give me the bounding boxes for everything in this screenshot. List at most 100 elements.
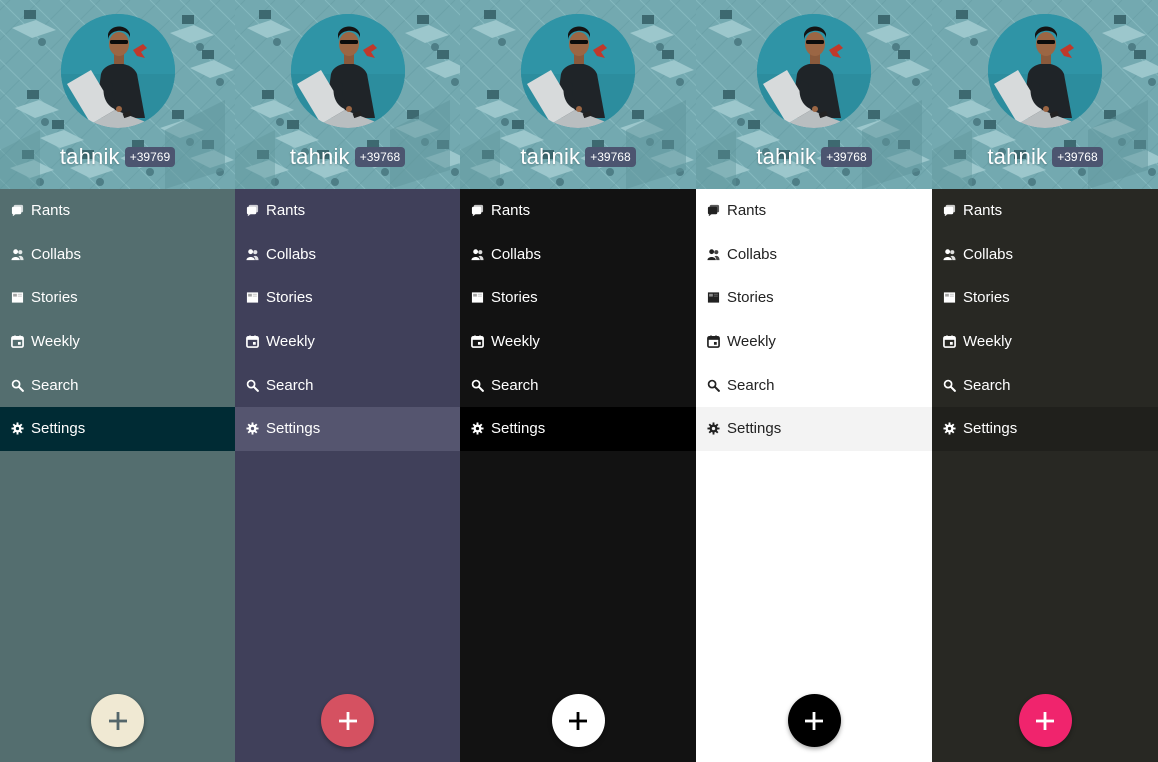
score-badge: +39768 [354,147,406,167]
weekly-icon [942,335,956,349]
add-rant-button[interactable] [551,694,605,747]
add-rant-button[interactable] [787,694,841,747]
menu-item-weekly[interactable]: Weekly [696,320,932,364]
plus-icon [805,711,823,730]
menu-item-weekly[interactable]: Weekly [235,320,460,364]
avatar[interactable] [757,14,871,128]
menu-item-label: Collabs [963,245,1014,263]
settings-icon [706,422,720,436]
add-rant-button[interactable] [1018,694,1072,747]
menu-item-collabs[interactable]: Collabs [235,233,460,277]
avatar[interactable] [60,14,175,128]
theme-panel: tahnik +39768 Rants Collabs Stories Weekly Sea… [235,0,460,762]
menu-item-label: Search [266,376,314,394]
menu-item-collabs[interactable]: Collabs [460,233,696,277]
menu-item-label: Collabs [727,245,778,263]
avatar[interactable] [988,14,1102,128]
menu-item-settings[interactable]: Settings [235,406,460,451]
collabs-icon [10,247,24,261]
menu-item-stories[interactable]: Stories [235,276,460,320]
avatar[interactable] [290,14,405,128]
profile-header: tahnik +39768 [932,0,1158,189]
menu-item-weekly[interactable]: Weekly [932,320,1158,364]
menu-item-weekly[interactable]: Weekly [460,320,696,364]
menu-item-label: Settings [266,420,321,438]
menu-item-collabs[interactable]: Collabs [932,233,1158,277]
menu-item-stories[interactable]: Stories [932,276,1158,320]
settings-icon [245,422,259,436]
username[interactable]: tahnik [756,144,816,170]
theme-panel: tahnik +39768 Rants Collabs Stories Weekly Sea… [932,0,1158,762]
menu-item-label: Stories [963,289,1010,307]
menu-item-rants[interactable]: Rants [460,189,696,233]
plus-icon [338,711,357,730]
nav-menu: Rants Collabs Stories Weekly Search Settings [235,189,460,451]
menu-item-label: Rants [963,202,1003,220]
rants-icon [470,204,484,218]
username[interactable]: tahnik [987,144,1047,170]
menu-item-label: Rants [266,202,306,220]
plus-icon [1036,711,1054,730]
user-line: tahnik +39768 [696,144,932,170]
username[interactable]: tahnik [520,144,580,170]
menu-item-settings[interactable]: Settings [696,406,932,451]
score-badge: +39768 [1052,147,1103,167]
menu-item-rants[interactable]: Rants [235,189,460,233]
nav-menu: Rants Collabs Stories Weekly Search Settings [0,189,235,451]
menu-item-label: Stories [31,289,78,307]
search-icon [706,378,720,392]
menu-item-rants[interactable]: Rants [696,189,932,233]
weekly-icon [706,335,720,349]
menu-item-stories[interactable]: Stories [696,276,932,320]
theme-panel: tahnik +39768 Rants Collabs Stories Weekly Sea… [460,0,696,762]
menu-item-weekly[interactable]: Weekly [0,320,235,364]
menu-item-search[interactable]: Search [235,363,460,407]
menu-item-search[interactable]: Search [0,363,235,407]
menu-item-label: Stories [266,289,313,307]
menu-item-stories[interactable]: Stories [0,276,235,320]
profile-header: tahnik +39768 [235,0,460,189]
menu-item-collabs[interactable]: Collabs [696,233,932,277]
nav-menu: Rants Collabs Stories Weekly Search Settings [696,189,932,451]
score-badge: +39769 [124,147,176,167]
menu-item-label: Stories [727,289,774,307]
menu-item-collabs[interactable]: Collabs [0,233,235,277]
rants-icon [10,204,24,218]
collabs-icon [942,247,956,261]
menu-item-rants[interactable]: Rants [0,189,235,233]
avatar[interactable] [521,14,635,128]
score-badge: +39768 [585,147,636,167]
profile-header: tahnik +39768 [460,0,696,189]
username[interactable]: tahnik [60,144,120,170]
settings-icon [470,422,484,436]
menu-item-stories[interactable]: Stories [460,276,696,320]
add-rant-button[interactable] [91,694,144,747]
menu-item-label: Collabs [266,245,317,263]
stories-icon [706,291,720,305]
theme-panel: tahnik +39768 Rants Collabs Stories Weekly Sea… [696,0,932,762]
menu-item-settings[interactable]: Settings [460,406,696,451]
menu-item-search[interactable]: Search [696,363,932,407]
username[interactable]: tahnik [290,144,350,170]
menu-item-settings[interactable]: Settings [0,406,235,451]
collabs-icon [245,247,259,261]
menu-item-label: Weekly [491,333,540,351]
menu-item-label: Settings [963,420,1018,438]
add-rant-button[interactable] [321,694,374,747]
menu-item-label: Settings [727,420,782,438]
menu-item-settings[interactable]: Settings [932,406,1158,451]
menu-item-search[interactable]: Search [460,363,696,407]
plus-icon [108,711,127,730]
menu-item-label: Stories [491,289,538,307]
menu-item-label: Weekly [266,333,315,351]
menu-item-label: Weekly [963,333,1012,351]
menu-item-label: Collabs [31,245,82,263]
user-line: tahnik +39768 [460,144,696,170]
menu-item-search[interactable]: Search [932,363,1158,407]
menu-item-label: Search [31,376,79,394]
weekly-icon [245,335,259,349]
menu-item-rants[interactable]: Rants [932,189,1158,233]
weekly-icon [10,335,24,349]
search-icon [470,378,484,392]
stories-icon [942,291,956,305]
